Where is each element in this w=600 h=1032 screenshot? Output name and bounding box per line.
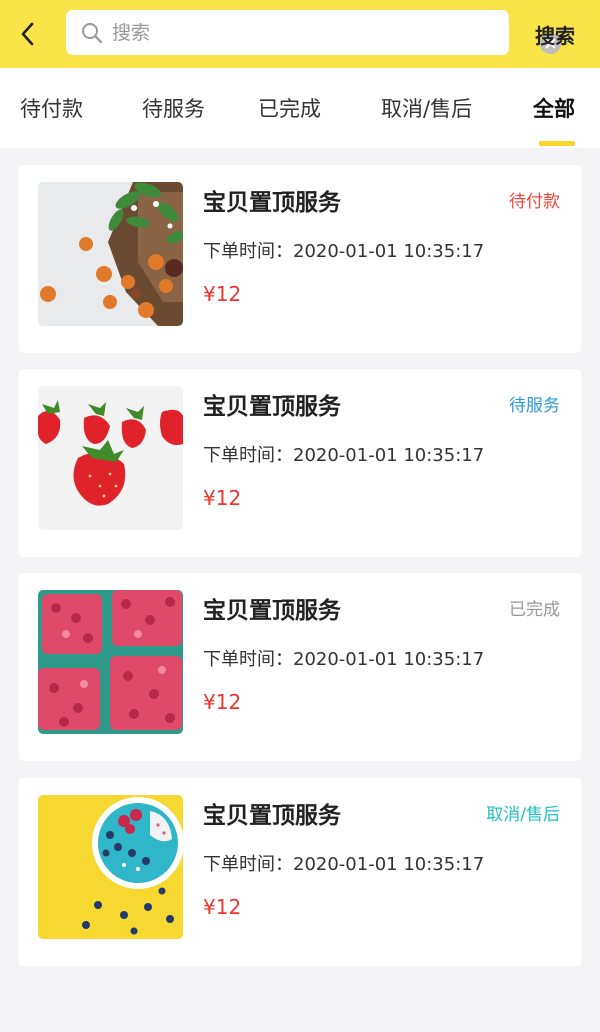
order-time: 下单时间：2020-01-01 10:35:17 <box>203 649 485 670</box>
order-title: 宝贝置顶服务 <box>203 598 341 624</box>
search-box[interactable] <box>66 10 562 55</box>
order-title: 宝贝置顶服务 <box>203 394 341 420</box>
tab-completed[interactable]: 已完成 <box>258 93 321 125</box>
back-button[interactable] <box>8 14 48 54</box>
tab-all[interactable]: 全部 <box>533 93 575 125</box>
search-input[interactable] <box>112 10 452 55</box>
order-status: 待付款 <box>509 192 560 212</box>
order-status-tabs: 待付款 待服务 已完成 取消/售后 全部 <box>0 68 600 148</box>
order-card[interactable]: 宝贝置顶服务 待服务 下单时间：2020-01-01 10:35:17 ¥12 <box>19 369 581 557</box>
order-status: 取消/售后 <box>486 805 560 825</box>
product-image <box>38 182 183 326</box>
order-card[interactable]: 宝贝置顶服务 待付款 下单时间：2020-01-01 10:35:17 ¥12 <box>19 165 581 353</box>
order-time: 下单时间：2020-01-01 10:35:17 <box>203 241 485 262</box>
chevron-left-icon <box>21 22 34 46</box>
tab-cancel-aftersale[interactable]: 取消/售后 <box>381 93 472 125</box>
order-title: 宝贝置顶服务 <box>203 803 341 829</box>
order-card[interactable]: 宝贝置顶服务 取消/售后 下单时间：2020-01-01 10:35:17 ¥1… <box>19 778 581 966</box>
search-button[interactable]: 搜索 <box>520 14 590 54</box>
order-status: 已完成 <box>509 600 560 620</box>
order-price: ¥12 <box>203 895 242 919</box>
order-title: 宝贝置顶服务 <box>203 190 341 216</box>
tab-pending-payment[interactable]: 待付款 <box>20 93 83 125</box>
order-status: 待服务 <box>509 396 560 416</box>
product-image <box>38 795 183 939</box>
order-price: ¥12 <box>203 486 242 510</box>
order-price: ¥12 <box>203 690 242 714</box>
tab-pending-service[interactable]: 待服务 <box>142 93 205 125</box>
active-tab-indicator <box>539 141 575 146</box>
order-time: 下单时间：2020-01-01 10:35:17 <box>203 445 485 466</box>
order-price: ¥12 <box>203 282 242 306</box>
search-icon <box>82 23 103 44</box>
top-bar: 搜索 <box>0 0 600 68</box>
order-card[interactable]: 宝贝置顶服务 已完成 下单时间：2020-01-01 10:35:17 ¥12 <box>19 573 581 761</box>
product-image <box>38 386 183 530</box>
product-image <box>38 590 183 734</box>
order-time: 下单时间：2020-01-01 10:35:17 <box>203 854 485 875</box>
